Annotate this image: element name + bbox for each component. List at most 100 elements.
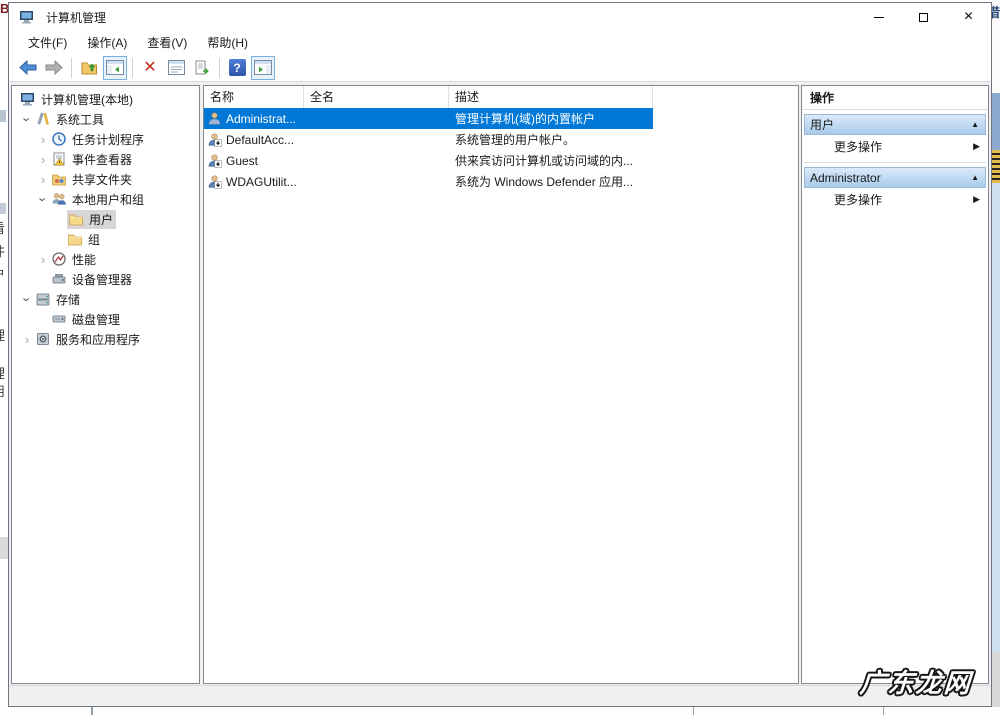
performance-icon (52, 252, 66, 266)
background-fragment: 户 (0, 264, 8, 283)
tree-item-performance[interactable]: › 性能 (12, 249, 199, 269)
chevron-collapsed-icon[interactable]: › (35, 153, 51, 166)
toolbar-separator (219, 57, 220, 78)
column-header-description[interactable]: 描述 (449, 86, 653, 108)
tree-item-disk-management[interactable]: › 磁盘管理 (12, 309, 199, 329)
action-section-label: Administrator (810, 170, 881, 185)
user-name: DefaultAcc... (226, 132, 295, 147)
chevron-collapsed-icon[interactable]: › (35, 173, 51, 186)
minimize-icon (873, 16, 884, 18)
user-row-administrator[interactable]: Administrat... 管理计算机(域)的内置帐户 (204, 108, 653, 129)
maximize-button[interactable] (901, 3, 946, 31)
tree-item-label: 共享文件夹 (72, 172, 133, 187)
action-section-divider (804, 162, 986, 163)
background-table-line (91, 707, 93, 715)
delete-button[interactable]: ✕ (138, 56, 162, 80)
tree-item-label: 设备管理器 (72, 272, 133, 287)
show-console-tree-button[interactable] (103, 55, 127, 80)
tree-item-users[interactable]: › 用户 (12, 209, 199, 229)
up-one-level-button[interactable] (77, 56, 101, 80)
tree-item-groups[interactable]: › 组 (12, 229, 199, 249)
more-actions-label: 更多操作 (834, 193, 883, 207)
tree-item-label: 计算机管理(本地) (41, 92, 133, 107)
column-header-name[interactable]: 名称 (204, 86, 304, 108)
toolbar-separator (71, 57, 72, 78)
background-table-line (883, 707, 884, 715)
show-action-pane-button[interactable] (251, 55, 275, 80)
tree-item-local-users-and-groups[interactable]: › 本地用户和组 (12, 189, 199, 209)
storage-icon (36, 293, 50, 306)
chevron-expanded-icon[interactable]: › (20, 111, 35, 127)
user-row-defaultaccount[interactable]: DefaultAcc... 系统管理的用户帐户。 (204, 129, 653, 150)
back-arrow-icon (19, 60, 37, 75)
tree-item-storage[interactable]: › 存储 (12, 289, 199, 309)
tree-item-label: 服务和应用程序 (56, 332, 141, 347)
tree-item-device-manager[interactable]: › 设备管理器 (12, 269, 199, 289)
user-name: WDAGUtilit... (226, 174, 297, 189)
properties-button[interactable] (164, 56, 188, 80)
close-button[interactable]: × (946, 3, 991, 31)
chevron-collapsed-icon[interactable]: › (35, 253, 51, 266)
task-scheduler-icon (52, 132, 66, 146)
title-bar[interactable]: 计算机管理 × (9, 3, 991, 31)
window-title: 计算机管理 (46, 10, 107, 25)
action-section-users[interactable]: 用户 ▲ (804, 114, 986, 135)
background-table-line (693, 707, 694, 715)
event-viewer-icon (53, 152, 65, 166)
background-fragment: 借 (992, 5, 1000, 20)
background-fragment (0, 537, 8, 559)
user-row-wdagutilityaccount[interactable]: WDAGUtilit... 系统为 Windows Defender 应用... (204, 171, 653, 192)
tree-item-system-tools[interactable]: › 系统工具 (12, 109, 199, 129)
background-fragment (992, 653, 1000, 715)
chevron-expanded-icon[interactable]: › (20, 291, 35, 307)
background-fragment (992, 183, 1000, 653)
forward-button[interactable] (42, 56, 66, 80)
background-fragment: 件 (0, 241, 8, 260)
local-users-groups-icon (52, 193, 66, 205)
menu-item-view[interactable]: 查看(V) (137, 31, 197, 54)
tree-item-event-viewer[interactable]: › 事件查看器 (12, 149, 199, 169)
action-section-administrator[interactable]: Administrator ▲ (804, 167, 986, 188)
user-description: 系统管理的用户帐户。 (455, 133, 576, 147)
console-tree-icon (106, 60, 124, 75)
menu-bar: 文件(F) 操作(A) 查看(V) 帮助(H) (9, 31, 991, 54)
back-button[interactable] (16, 56, 40, 80)
more-actions-users[interactable]: 更多操作 ▶ (804, 135, 986, 158)
background-left-edge: B: 看 件 户 理 理 用 (0, 0, 8, 715)
close-icon: × (963, 8, 974, 25)
computer-icon (21, 93, 34, 106)
tree-item-label: 性能 (72, 252, 97, 267)
minimize-button[interactable] (856, 3, 901, 31)
folder-icon (68, 234, 82, 246)
collapse-up-icon[interactable]: ▲ (971, 173, 979, 182)
action-panel-title: 操作 (802, 86, 988, 110)
user-disabled-icon (208, 133, 222, 147)
console-main-area: 计算机管理(本地) › 系统工具 › 任务计划程序 › 事件查看器 › 共享文件… (9, 82, 991, 685)
tree-item-computer-management[interactable]: 计算机管理(本地) (12, 89, 199, 109)
tree-item-label: 磁盘管理 (72, 312, 121, 327)
background-fragment (992, 93, 1000, 153)
folder-icon (69, 214, 83, 226)
user-description: 管理计算机(域)的内置帐户 (455, 112, 595, 126)
chevron-expanded-icon[interactable]: › (36, 191, 51, 207)
more-actions-administrator[interactable]: 更多操作 ▶ (804, 188, 986, 211)
column-header-fullname[interactable]: 全名 (304, 86, 449, 108)
menu-item-help[interactable]: 帮助(H) (197, 31, 258, 54)
tree-item-label: 存储 (56, 292, 81, 307)
background-bottom-edge (0, 707, 1000, 715)
menu-item-file[interactable]: 文件(F) (18, 31, 77, 54)
menu-item-action[interactable]: 操作(A) (77, 31, 137, 54)
help-button[interactable]: ? (225, 56, 249, 80)
forward-arrow-icon (45, 60, 63, 75)
tree-item-task-scheduler[interactable]: › 任务计划程序 (12, 129, 199, 149)
export-list-button[interactable] (190, 56, 214, 80)
tree-item-shared-folders[interactable]: › 共享文件夹 (12, 169, 199, 189)
tree-item-label: 任务计划程序 (72, 132, 145, 147)
chevron-collapsed-icon[interactable]: › (35, 133, 51, 146)
user-row-guest[interactable]: Guest 供来宾访问计算机或访问域的内... (204, 150, 653, 171)
toolbar-separator (132, 57, 133, 78)
tree-item-services-and-applications[interactable]: › 服务和应用程序 (12, 329, 199, 349)
chevron-collapsed-icon[interactable]: › (19, 333, 35, 346)
user-description: 系统为 Windows Defender 应用... (455, 175, 634, 189)
collapse-up-icon[interactable]: ▲ (971, 120, 979, 129)
